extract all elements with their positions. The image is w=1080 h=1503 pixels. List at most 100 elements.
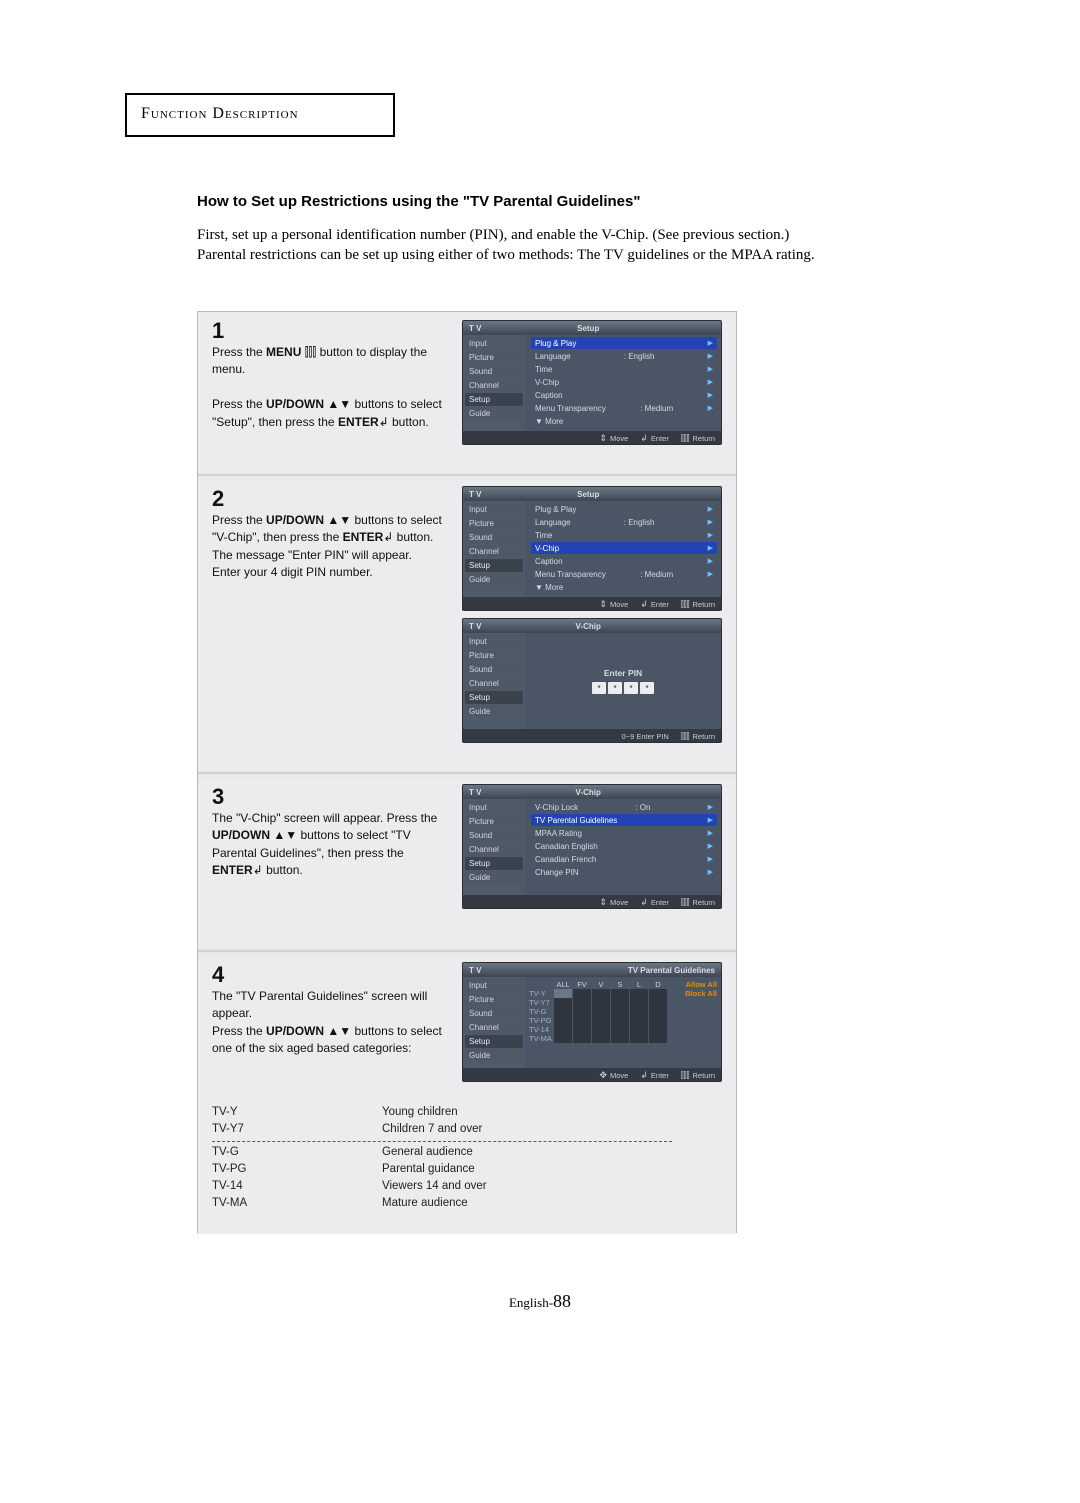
pin-box: * <box>624 682 638 694</box>
step-1-text: Press the MENU ⫿⫿⫿ button to display the… <box>212 344 442 431</box>
osd-enter-pin-screenshot: T V V-Chip Input Picture Sound Channel S… <box>462 618 722 743</box>
osd-row: ▼ More <box>531 415 717 427</box>
chevron-right-icon: ▶ <box>708 404 713 412</box>
guidelines-row: TV-Y7 <box>529 998 717 1007</box>
step-2-text: Press the UP/DOWN ▲▼ buttons to select "… <box>212 512 442 582</box>
chevron-right-icon: ▶ <box>708 391 713 399</box>
osd-left-setup: Setup <box>465 393 523 406</box>
return-icon: ⫿⫿⫿ <box>681 897 690 908</box>
updown-icon: ▲▼ <box>327 513 351 527</box>
return-icon: ⫿⫿⫿ <box>681 433 690 444</box>
updown-icon: ▲▼ <box>327 1024 351 1038</box>
article-title: How to Set up Restrictions using the "TV… <box>197 193 640 210</box>
osd-titlebar: T V Setup <box>463 321 721 335</box>
chevron-right-icon: ▶ <box>708 352 713 360</box>
page-number: English-88 <box>65 1291 1015 1443</box>
step-3-number: 3 <box>212 784 224 810</box>
step-4-number: 4 <box>212 962 224 988</box>
ratings-row: TV-MAMature audience <box>212 1195 672 1212</box>
osd-guidelines-grid: ALL FV V S L D Allow All TV-YBlock All T… <box>525 977 721 1068</box>
osd-row: Language: English▶ <box>531 350 717 362</box>
move-icon: ✥ <box>599 1070 607 1081</box>
step-2-number: 2 <box>212 486 224 512</box>
ratings-table: TV-YYoung children TV-Y7Children 7 and o… <box>212 1104 672 1213</box>
pin-box: * <box>592 682 606 694</box>
guidelines-row: TV-PG <box>529 1016 717 1025</box>
ratings-row: TV-YYoung children <box>212 1104 672 1121</box>
osd-footer-return: ⫿⫿⫿Return <box>681 433 715 444</box>
guidelines-head: ALL FV V S L D Allow All <box>529 980 717 989</box>
move-icon: ⇕ <box>599 897 607 908</box>
step-1-number: 1 <box>212 318 224 344</box>
pin-box: * <box>608 682 622 694</box>
section-label-text: Function Description <box>141 105 299 122</box>
step-divider <box>198 950 736 952</box>
osd-pin-label: Enter PIN <box>604 668 642 678</box>
osd-title: Setup <box>577 324 599 333</box>
section-label: Function Description <box>125 93 395 137</box>
pin-box: * <box>640 682 654 694</box>
osd-pin-boxes: * * * * <box>592 682 654 694</box>
steps-block: 1 Press the MENU ⫿⫿⫿ button to display t… <box>197 311 737 1233</box>
enter-icon: ↲ <box>640 433 648 444</box>
enter-icon: ↲ <box>383 530 393 544</box>
enter-icon: ↲ <box>253 863 263 877</box>
osd-row: Caption▶ <box>531 389 717 401</box>
step-1: 1 Press the MENU ⫿⫿⫿ button to display t… <box>198 312 736 472</box>
guidelines-row: TV-G <box>529 1007 717 1016</box>
move-icon: ⇕ <box>599 433 607 444</box>
osd-left-input: Input <box>465 337 523 350</box>
guidelines-row: TV-14 <box>529 1025 717 1034</box>
osd-row: Time▶ <box>531 363 717 375</box>
guidelines-row: TV-YBlock All <box>529 989 717 998</box>
osd-left-sound: Sound <box>465 365 523 378</box>
enter-icon: ↲ <box>640 599 648 610</box>
step-divider <box>198 474 736 476</box>
step-4-text: The "TV Parental Guidelines" screen will… <box>212 988 442 1058</box>
step-4: 4 The "TV Parental Guidelines" screen wi… <box>198 956 736 1234</box>
step-3-text: The "V-Chip" screen will appear. Press t… <box>212 810 442 880</box>
updown-icon: ▲▼ <box>327 397 351 411</box>
osd-footer-move: ⇕Move <box>599 433 628 444</box>
ratings-row: TV-Y7Children 7 and over <box>212 1121 672 1138</box>
return-icon: ⫿⫿⫿ <box>681 731 690 742</box>
step-divider <box>198 772 736 774</box>
osd-footer-enter: ↲Enter <box>640 433 668 444</box>
enter-icon: ↲ <box>640 1070 648 1081</box>
osd-left-channel: Channel <box>465 379 523 392</box>
osd-row: Plug & Play▶ <box>531 337 717 349</box>
osd-right-panel: Plug & Play▶ Language: English▶ Time▶ V-… <box>525 335 721 431</box>
ratings-divider <box>212 1141 672 1142</box>
return-icon: ⫿⫿⫿ <box>681 1070 690 1081</box>
chevron-right-icon: ▶ <box>708 378 713 386</box>
osd-setup-screenshot-1: T V Setup Input Picture Sound Channel Se… <box>462 320 722 445</box>
osd-guidelines-screenshot: T V TV Parental Guidelines Input Picture… <box>462 962 722 1082</box>
chevron-right-icon: ▶ <box>708 339 713 347</box>
osd-left-picture: Picture <box>465 351 523 364</box>
ratings-row: TV-PGParental guidance <box>212 1161 672 1178</box>
osd-tv-label: T V <box>469 324 481 333</box>
document-page: Function Description How to Set up Restr… <box>64 80 1016 1440</box>
osd-left-panel: Input Picture Sound Channel Setup Guide <box>463 335 525 431</box>
move-icon: ⇕ <box>599 599 607 610</box>
osd-setup-screenshot-2: T V Setup Input Picture Sound Channel Se… <box>462 486 722 611</box>
enter-icon: ↲ <box>640 897 648 908</box>
ratings-row: TV-14Viewers 14 and over <box>212 1178 672 1195</box>
osd-footer: ⇕Move ↲Enter ⫿⫿⫿Return <box>463 431 721 445</box>
osd-row: Menu Transparency: Medium▶ <box>531 402 717 414</box>
enter-icon: ↲ <box>379 415 389 429</box>
return-icon: ⫿⫿⫿ <box>681 599 690 610</box>
osd-vchip-screenshot: T V V-Chip Input Picture Sound Channel S… <box>462 784 722 909</box>
osd-left-guide: Guide <box>465 407 523 420</box>
step-2: 2 Press the UP/DOWN ▲▼ buttons to select… <box>198 480 736 770</box>
intro-paragraph: First, set up a personal identification … <box>197 225 817 266</box>
menu-icon: ⫿⫿⫿ <box>305 345 317 359</box>
osd-row: V-Chip▶ <box>531 376 717 388</box>
guidelines-row: TV-MA <box>529 1034 717 1043</box>
updown-icon: ▲▼ <box>273 828 297 842</box>
chevron-right-icon: ▶ <box>708 365 713 373</box>
step-3: 3 The "V-Chip" screen will appear. Press… <box>198 778 736 948</box>
osd-pin-pane: Enter PIN * * * * <box>525 633 721 729</box>
ratings-row: TV-GGeneral audience <box>212 1144 672 1161</box>
osd-titlebar: T V Setup <box>463 487 721 501</box>
